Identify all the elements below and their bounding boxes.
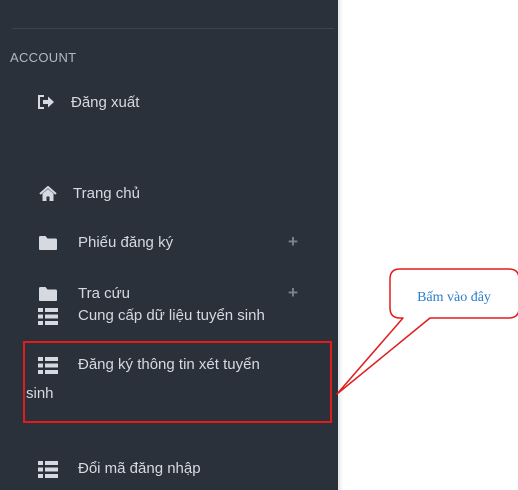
callout-text: Bấm vào đây bbox=[417, 290, 491, 305]
callout-bubble bbox=[336, 268, 518, 395]
